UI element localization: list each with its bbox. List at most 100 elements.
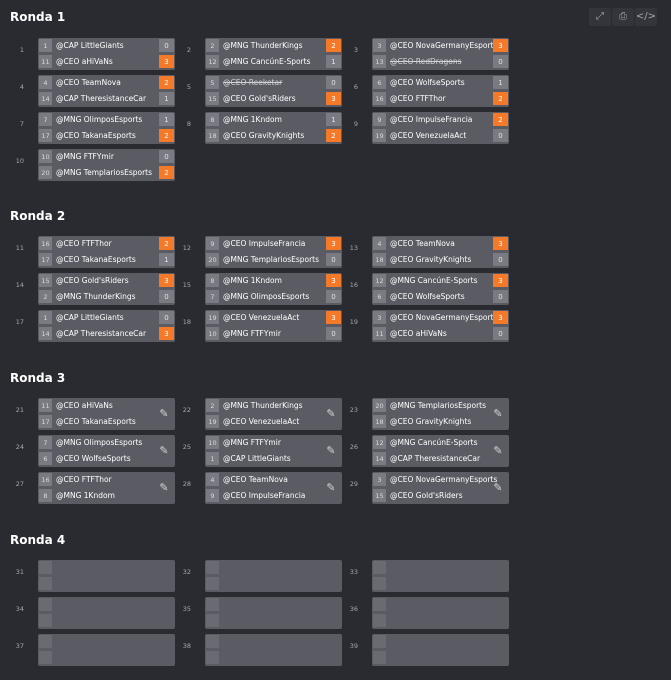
team-row[interactable]: 10 @MNG FTFYmir 0 [38,149,175,164]
team-row[interactable]: 4 @CEO TeamNova [205,472,342,487]
match-card[interactable]: 12 @MNG CancúnE-Sports 3 6 @CEO WolfseSports… [372,273,509,305]
match[interactable]: 21 11 @CEO aHiVaNs 17 @CEO TakanaEsports ✎ [10,398,180,430]
match[interactable]: 2 2 @MNG ThunderKings 2 12 @MNG CancúnE-Sport… [177,38,347,70]
match-card[interactable]: 10 @MNG FTFYmir 0 20 @MNG TemplariosEsports 2 [38,149,175,181]
match[interactable]: 18 19 @CEO VenezuelaAct 3 10 @MNG FTFYmir 0 [177,310,347,342]
team-row[interactable] [38,613,175,628]
match[interactable]: 37 [10,634,180,666]
match[interactable]: 26 12 @MNG CancúnE-Sports 14 @CAP Theresista… [344,435,514,467]
team-row[interactable]: 14 @CAP TheresistanceCar [372,451,509,466]
team-row[interactable]: 15 @CEO Gold'sRiders [372,488,509,503]
team-row[interactable]: 9 @CEO ImpulseFrancia [205,488,342,503]
match-card[interactable] [205,597,342,629]
team-row[interactable] [372,634,509,649]
match[interactable]: 4 4 @CEO TeamNova 2 14 @CAP TheresistanceCar 1 [10,75,180,107]
team-row[interactable]: 19 @CEO VenezuelaAct [205,414,342,429]
match-card[interactable]: 9 @CEO ImpulseFrancia 2 19 @CEO VenezuelaAct… [372,112,509,144]
match-card[interactable]: 7 @MNG OlimposEsports 1 17 @CEO TakanaEsport… [38,112,175,144]
team-row[interactable]: 8 @MNG 1Kndom 1 [205,112,342,127]
match[interactable]: 14 15 @CEO Gold'sRiders 3 2 @MNG ThunderKings… [10,273,180,305]
team-row[interactable]: 3 @CEO NovaGermanyEsports [372,472,509,487]
match[interactable]: 3 3 @CEO NovaGermanyEsports 3 13 @CEO RedDrag… [344,38,514,70]
team-row[interactable] [372,597,509,612]
team-row[interactable]: 16 @CEO FTFThor 2 [372,91,509,106]
edit-match-icon[interactable]: ✎ [157,481,171,495]
match-card[interactable]: 3 @CEO NovaGermanyEsports 3 13 @CEO RedDrago… [372,38,509,70]
team-row[interactable]: 10 @MNG FTFYmir [205,435,342,450]
match[interactable]: 36 [344,597,514,629]
match[interactable]: 22 2 @MNG ThunderKings 19 @CEO VenezuelaAct ✎ [177,398,347,430]
match-card[interactable]: 11 @CEO aHiVaNs 17 @CEO TakanaEsports ✎ [38,398,175,430]
team-row[interactable]: 16 @CEO FTFThor 2 [38,236,175,251]
team-row[interactable] [205,597,342,612]
match-card[interactable]: 3 @CEO NovaGermanyEsports 15 @CEO Gold'sRid… [372,472,509,504]
team-row[interactable]: 8 @MNG 1Kndom [38,488,175,503]
team-row[interactable]: 14 @CAP TheresistanceCar 1 [38,91,175,106]
match[interactable]: 39 [344,634,514,666]
match-card[interactable]: 8 @MNG 1Kndom 3 7 @MNG OlimposEsports 0 [205,273,342,305]
team-row[interactable]: 2 @MNG ThunderKings 0 [38,289,175,304]
team-row[interactable]: 8 @MNG 1Kndom 3 [205,273,342,288]
team-row[interactable]: 9 @CEO ImpulseFrancia 3 [205,236,342,251]
match-card[interactable] [372,634,509,666]
match[interactable]: 6 6 @CEO WolfseSports 1 16 @CEO FTFThor 2 [344,75,514,107]
match[interactable]: 9 9 @CEO ImpulseFrancia 2 19 @CEO VenezuelaAc… [344,112,514,144]
team-row[interactable]: 12 @MNG CancúnE-Sports 3 [372,273,509,288]
match[interactable]: 24 7 @MNG OlimposEsports 6 @CEO WolfseSports… [10,435,180,467]
team-row[interactable]: 17 @CEO TakanaEsports [38,414,175,429]
match[interactable]: 16 12 @MNG CancúnE-Sports 3 6 @CEO WolfseSpor… [344,273,514,305]
team-row[interactable]: 14 @CAP TheresistanceCar 3 [38,326,175,341]
match-card[interactable]: 1 @CAP LittleGiants 0 11 @CEO aHiVaNs 3 [38,38,175,70]
edit-match-icon[interactable]: ✎ [491,444,505,458]
match[interactable]: 5 5 @CEO Reeketar 0 15 @CEO Gold'sRiders 3 [177,75,347,107]
match[interactable]: 38 [177,634,347,666]
match-card[interactable] [205,634,342,666]
team-row[interactable]: 1 @CAP LittleGiants 0 [38,310,175,325]
match-card[interactable]: 9 @CEO ImpulseFrancia 3 20 @MNG TemplariosEs… [205,236,342,268]
team-row[interactable]: 6 @CEO WolfseSports 0 [372,289,509,304]
match[interactable]: 13 4 @CEO TeamNova 3 18 @CEO GravityKnights 0 [344,236,514,268]
match[interactable]: 28 4 @CEO TeamNova 9 @CEO ImpulseFrancia ✎ [177,472,347,504]
edit-match-icon[interactable]: ✎ [157,407,171,421]
team-row[interactable]: 2 @MNG ThunderKings [205,398,342,413]
match-card[interactable]: 4 @CEO TeamNova 3 18 @CEO GravityKnights 0 [372,236,509,268]
team-row[interactable]: 4 @CEO TeamNova 2 [38,75,175,90]
team-row[interactable]: 1 @CAP LittleGiants [205,451,342,466]
embed-code-icon[interactable]: </> [635,8,657,26]
match-card[interactable]: 16 @CEO FTFThor 8 @MNG 1Kndom ✎ [38,472,175,504]
match-card[interactable] [38,634,175,666]
team-row[interactable]: 12 @MNG CancúnE-Sports [372,435,509,450]
team-row[interactable] [205,634,342,649]
match-card[interactable]: 4 @CEO TeamNova 9 @CEO ImpulseFrancia ✎ [205,472,342,504]
edit-match-icon[interactable]: ✎ [324,444,338,458]
team-row[interactable]: 3 @CEO NovaGermanyEsports 3 [372,38,509,53]
team-row[interactable]: 1 @CAP LittleGiants 0 [38,38,175,53]
team-row[interactable]: 12 @MNG CancúnE-Sports 1 [205,54,342,69]
team-row[interactable]: 16 @CEO FTFThor [38,472,175,487]
team-row[interactable]: 15 @CEO Gold'sRiders 3 [38,273,175,288]
edit-match-icon[interactable]: ✎ [157,444,171,458]
match-card[interactable]: 19 @CEO VenezuelaAct 3 10 @MNG FTFYmir 0 [205,310,342,342]
match-card[interactable] [205,560,342,592]
team-row[interactable] [205,613,342,628]
edit-match-icon[interactable]: ✎ [324,481,338,495]
team-row[interactable]: 6 @CEO WolfseSports 1 [372,75,509,90]
team-row[interactable] [38,650,175,665]
match-card[interactable]: 6 @CEO WolfseSports 1 16 @CEO FTFThor 2 [372,75,509,107]
team-row[interactable]: 7 @MNG OlimposEsports 1 [38,112,175,127]
edit-match-icon[interactable]: ✎ [491,407,505,421]
match-card[interactable]: 2 @MNG ThunderKings 19 @CEO VenezuelaAct ✎ [205,398,342,430]
team-row[interactable] [38,634,175,649]
match-card[interactable]: 20 @MNG TemplariosEsports 18 @CEO GravityKn… [372,398,509,430]
team-row[interactable] [205,560,342,575]
team-row[interactable]: 9 @CEO ImpulseFrancia 2 [372,112,509,127]
team-row[interactable]: 20 @MNG TemplariosEsports 0 [205,252,342,267]
match[interactable]: 7 7 @MNG OlimposEsports 1 17 @CEO TakanaEspor… [10,112,180,144]
match-card[interactable]: 1 @CAP LittleGiants 0 14 @CAP TheresistanceC… [38,310,175,342]
match-card[interactable]: 10 @MNG FTFYmir 1 @CAP LittleGiants ✎ [205,435,342,467]
team-row[interactable] [372,560,509,575]
team-row[interactable]: 11 @CEO aHiVaNs [38,398,175,413]
match[interactable]: 29 3 @CEO NovaGermanyEsports 15 @CEO Gold'sR… [344,472,514,504]
match-card[interactable] [38,597,175,629]
match-card[interactable] [38,560,175,592]
